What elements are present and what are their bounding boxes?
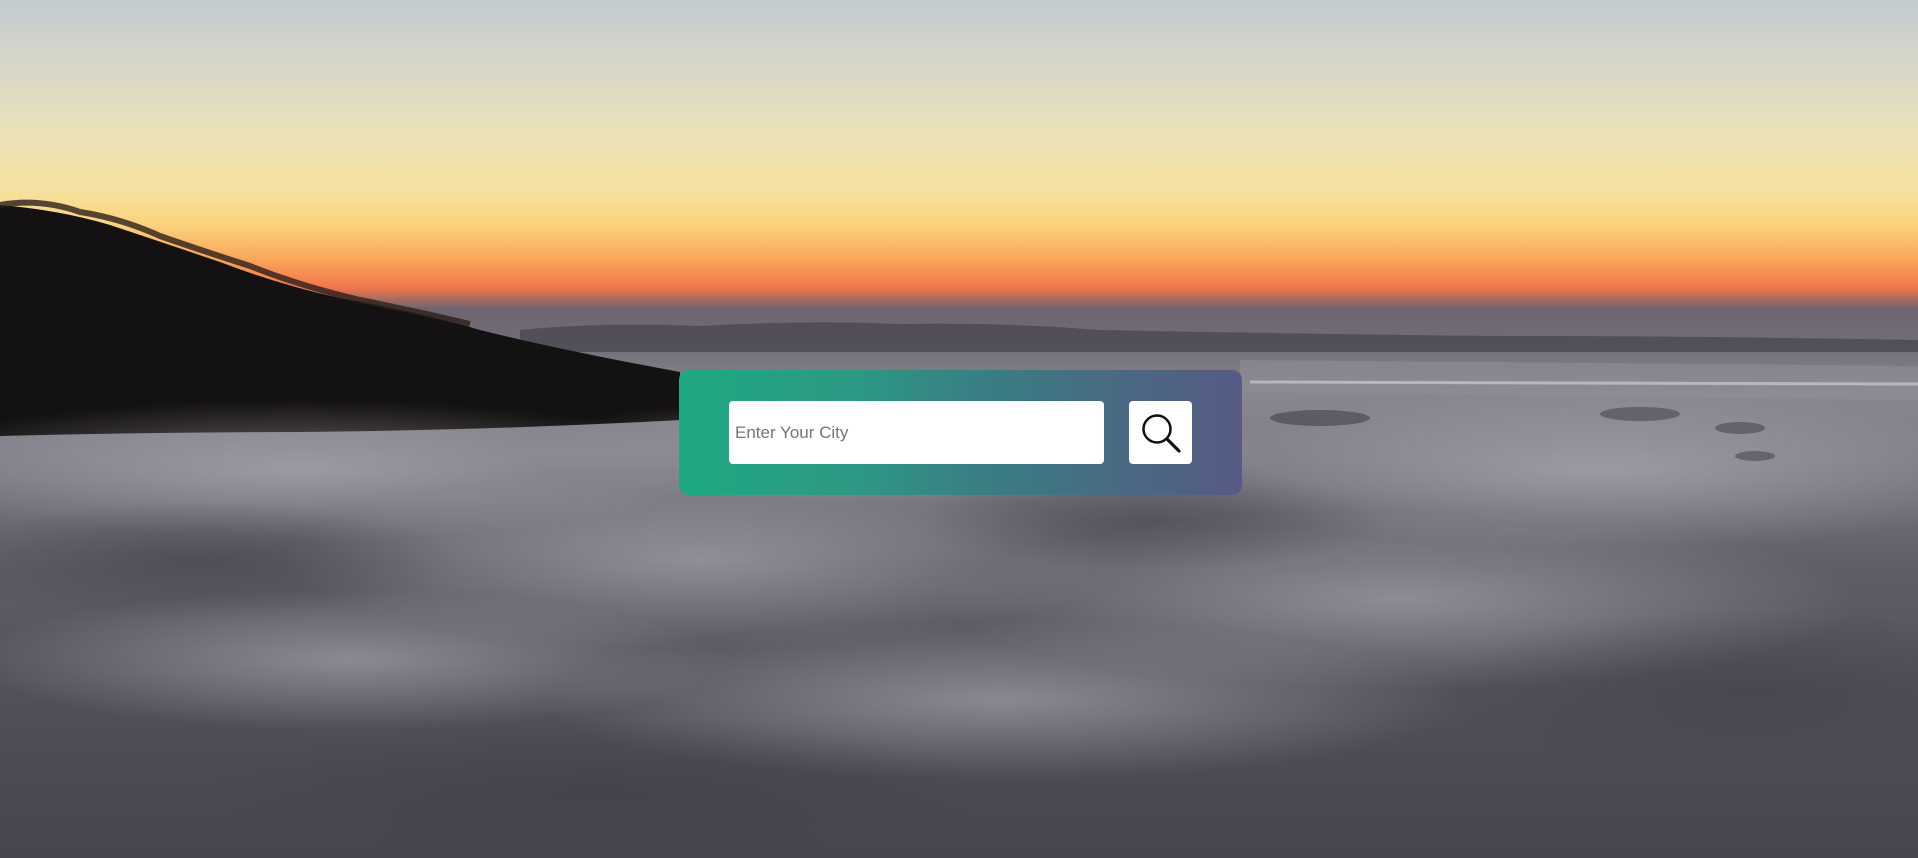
search-icon	[1139, 411, 1183, 455]
search-panel	[679, 370, 1242, 495]
page	[0, 0, 1918, 858]
search-button[interactable]	[1129, 401, 1192, 464]
city-search-input[interactable]	[729, 401, 1104, 464]
